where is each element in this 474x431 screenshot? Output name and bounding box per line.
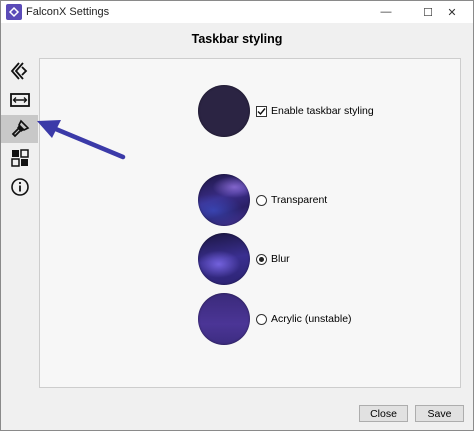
close-window-button[interactable]: ✕ xyxy=(431,1,473,23)
sidebar-item-about[interactable] xyxy=(1,173,38,201)
transparent-radio-circle[interactable] xyxy=(256,194,267,206)
grid-settings-icon xyxy=(10,149,29,167)
checkbox-box[interactable] xyxy=(256,105,267,117)
info-icon xyxy=(10,178,29,196)
window-title: FalconX Settings xyxy=(26,6,110,18)
save-button[interactable]: Save xyxy=(415,405,464,422)
blur-preview xyxy=(198,233,250,285)
settings-window: FalconX Settings — ☐ ✕ Taskbar styling E… xyxy=(0,0,474,431)
acrylic-preview xyxy=(198,293,250,345)
enable-taskbar-styling-checkbox[interactable]: Enable taskbar styling xyxy=(256,105,374,117)
title-bar[interactable]: FalconX Settings — ☐ ✕ xyxy=(1,1,473,23)
taskbar-preview-enabled xyxy=(198,85,250,137)
sidebar-item-taskbar-styling[interactable] xyxy=(1,115,38,143)
paint-brush-icon xyxy=(11,119,29,138)
minimize-button[interactable]: — xyxy=(365,1,407,23)
enable-taskbar-styling-label: Enable taskbar styling xyxy=(271,105,374,117)
falconx-logo-icon xyxy=(10,62,27,80)
page-header: Taskbar styling xyxy=(1,23,473,57)
blur-radio-circle[interactable] xyxy=(256,253,267,265)
position-width-icon xyxy=(9,93,30,107)
transparent-radio[interactable]: Transparent xyxy=(256,194,327,206)
annotation-arrow-icon xyxy=(37,120,126,160)
checkmark-icon xyxy=(257,107,266,115)
sidebar-item-position[interactable] xyxy=(1,86,38,114)
radio-selected-dot xyxy=(259,256,264,262)
blur-label: Blur xyxy=(271,253,290,265)
acrylic-label: Acrylic (unstable) xyxy=(271,313,352,325)
acrylic-radio-circle[interactable] xyxy=(256,313,267,325)
transparent-preview xyxy=(198,174,250,226)
falconx-app-icon xyxy=(6,4,22,20)
sidebar-item-general[interactable] xyxy=(1,57,38,85)
sidebar xyxy=(1,57,39,387)
transparent-label: Transparent xyxy=(271,194,328,206)
acrylic-radio[interactable]: Acrylic (unstable) xyxy=(256,313,352,325)
sidebar-item-settings[interactable] xyxy=(1,144,38,172)
blur-radio[interactable]: Blur xyxy=(256,253,290,265)
page-title: Taskbar styling xyxy=(191,32,283,46)
taskbar-styling-panel: Enable taskbar styling Transparent Blur … xyxy=(39,58,461,388)
close-button[interactable]: Close xyxy=(359,405,408,422)
